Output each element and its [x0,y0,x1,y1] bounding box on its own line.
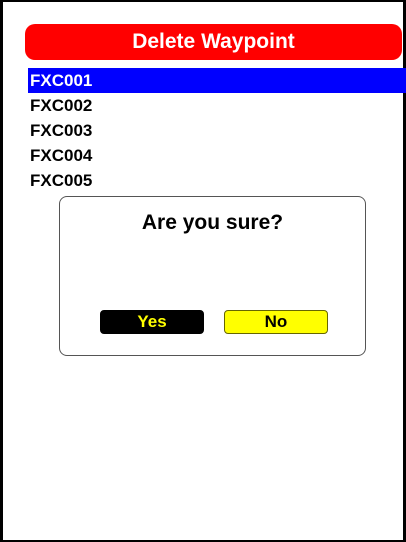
waypoint-item-fxc005[interactable]: FXC005 [28,168,406,193]
no-button[interactable]: No [224,310,328,334]
waypoint-item-fxc002[interactable]: FXC002 [28,93,406,118]
page-title: Delete Waypoint [25,24,402,60]
yes-button[interactable]: Yes [100,310,204,334]
device-screen: Delete Waypoint FXC001 FXC002 FXC003 FXC… [0,0,406,542]
waypoint-item-fxc003[interactable]: FXC003 [28,118,406,143]
waypoint-list: FXC001 FXC002 FXC003 FXC004 FXC005 [28,68,406,193]
waypoint-item-fxc004[interactable]: FXC004 [28,143,406,168]
waypoint-item-fxc001[interactable]: FXC001 [28,68,406,93]
confirm-message: Are you sure? [141,211,284,234]
confirm-dialog: Are you sure? Yes No [59,196,366,356]
